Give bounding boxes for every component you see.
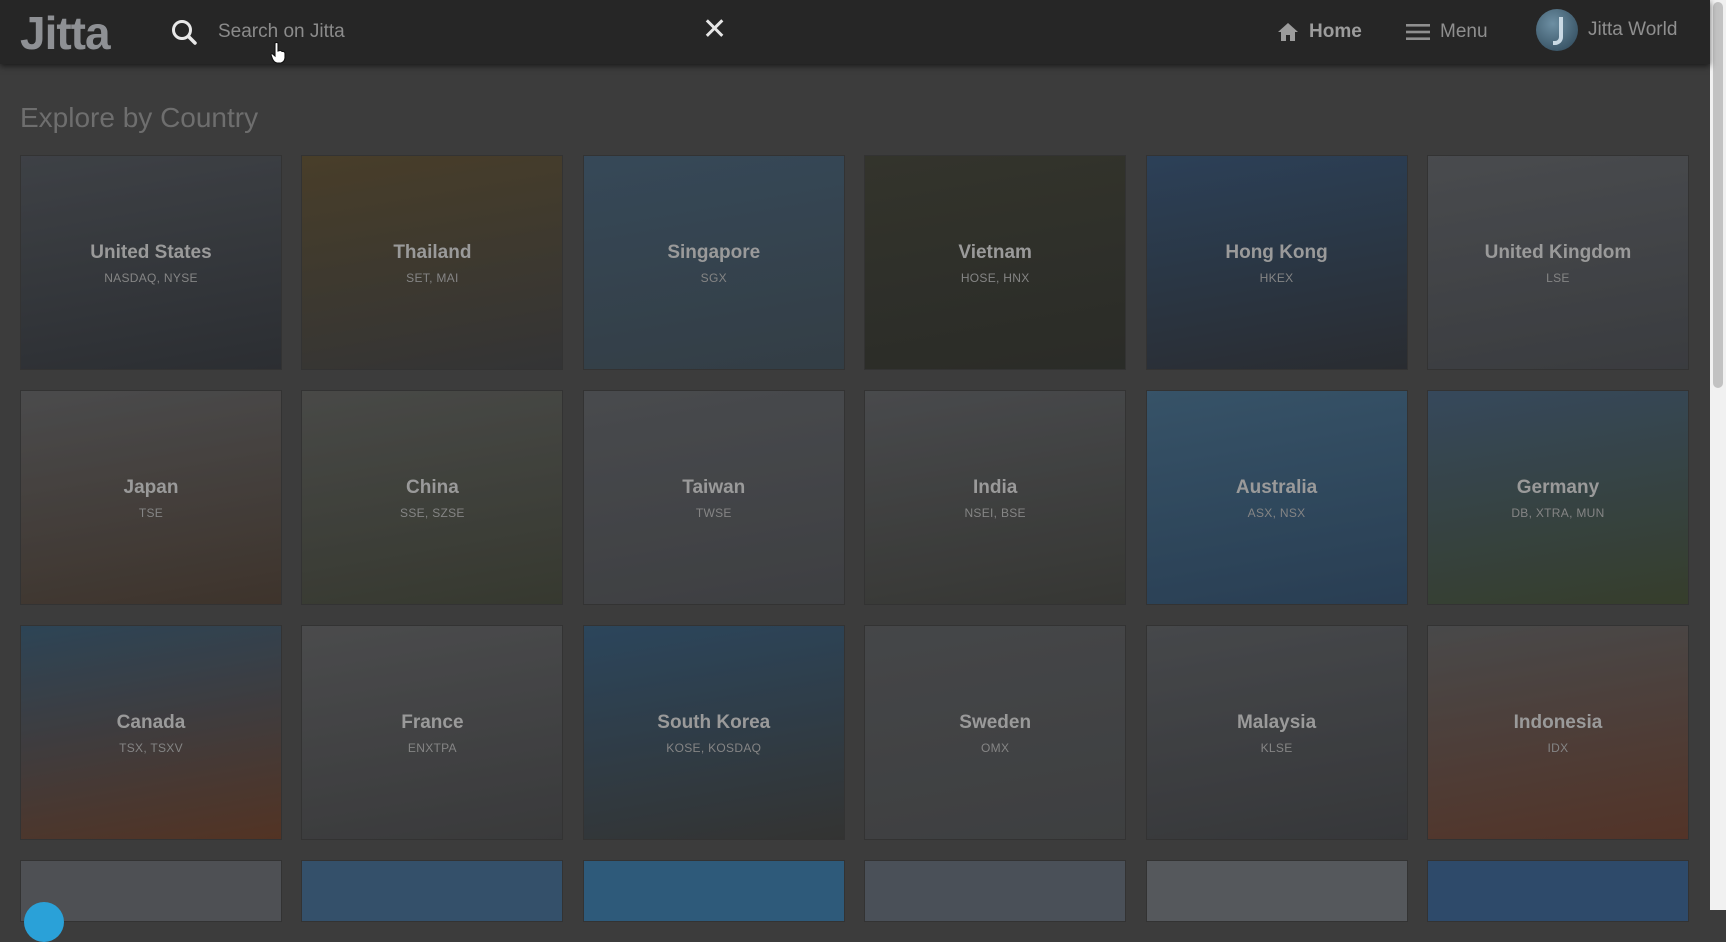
section-title: Explore by Country xyxy=(20,102,259,133)
country-card[interactable]: France ENXTPA xyxy=(302,626,563,839)
country-exchanges: TWSE xyxy=(695,506,732,520)
country-card[interactable] xyxy=(1146,861,1407,921)
country-card-image xyxy=(302,861,563,921)
country-name: Indonesia xyxy=(1513,712,1603,733)
country-card[interactable]: Singapore SGX xyxy=(583,156,844,369)
nav-home-link[interactable]: Home xyxy=(1277,18,1362,46)
country-name: Singapore xyxy=(667,242,761,263)
country-card[interactable]: Vietnam HOSE, HNX xyxy=(865,156,1126,369)
country-name: Thailand xyxy=(393,242,472,263)
country-card[interactable]: South Korea KOSE, KOSDAQ xyxy=(583,626,844,839)
country-name: Malaysia xyxy=(1236,712,1317,733)
country-exchanges: TSX, TSXV xyxy=(119,741,183,755)
country-exchanges: HOSE, HNX xyxy=(960,271,1030,285)
country-name: Canada xyxy=(116,712,186,733)
top-navigation-bar: Jitta ✕ Home Menu Jitta World xyxy=(0,0,1710,64)
country-card[interactable]: United States NASDAQ, NYSE xyxy=(21,156,281,369)
country-card[interactable]: United Kingdom LSE xyxy=(1427,156,1688,369)
country-card[interactable]: Germany DB, XTRA, MUN xyxy=(1427,391,1688,604)
country-card[interactable] xyxy=(1427,861,1688,921)
clear-search-button[interactable]: ✕ xyxy=(702,12,727,48)
country-exchanges: SSE, SZSE xyxy=(400,506,465,520)
country-exchanges: SGX xyxy=(700,271,727,285)
jitta-logo[interactable]: Jitta xyxy=(20,6,111,60)
country-name: Japan xyxy=(123,477,179,498)
scrollbar-thumb[interactable] xyxy=(1713,2,1723,388)
country-exchanges: LSE xyxy=(1546,271,1570,285)
country-card[interactable] xyxy=(583,861,844,921)
country-grid: United States NASDAQ, NYSE Thailand SET, MA… xyxy=(21,156,1691,921)
country-exchanges: DB, XTRA, MUN xyxy=(1511,506,1605,520)
country-exchanges: OMX xyxy=(981,741,1010,755)
country-card[interactable]: Japan TSE xyxy=(21,391,281,604)
country-name: France xyxy=(401,712,464,733)
country-card[interactable]: Hong Kong HKEX xyxy=(1146,156,1407,369)
country-exchanges: NASDAQ, NYSE xyxy=(104,271,198,285)
country-card[interactable]: Malaysia KLSE xyxy=(1146,626,1407,839)
nav-menu-button[interactable]: Menu xyxy=(1406,18,1488,46)
country-name: Vietnam xyxy=(958,242,1032,263)
country-name: Taiwan xyxy=(682,477,746,498)
hand-pointer-cursor-icon xyxy=(270,42,286,64)
country-card[interactable] xyxy=(865,861,1126,921)
hamburger-menu-icon xyxy=(1406,24,1430,40)
nav-home-label: Home xyxy=(1309,21,1362,42)
country-card[interactable]: Sweden OMX xyxy=(865,626,1126,839)
country-card[interactable]: Thailand SET, MAI xyxy=(302,156,563,369)
country-exchanges: KOSE, KOSDAQ xyxy=(666,741,762,755)
avatar xyxy=(1536,9,1578,51)
country-card-image xyxy=(1146,861,1407,921)
scrollbar[interactable] xyxy=(1710,0,1726,910)
country-card[interactable]: Indonesia IDX xyxy=(1427,626,1688,839)
country-card[interactable]: Canada TSX, TSXV xyxy=(21,626,281,839)
country-name: India xyxy=(973,477,1018,498)
user-name-label: Jitta World xyxy=(1588,19,1678,40)
country-exchanges: KLSE xyxy=(1260,741,1293,755)
search-icon[interactable] xyxy=(170,18,198,46)
country-card[interactable] xyxy=(302,861,563,921)
country-card-image xyxy=(865,861,1126,921)
country-name: United Kingdom xyxy=(1484,242,1632,263)
country-card[interactable]: India NSEI, BSE xyxy=(865,391,1126,604)
country-exchanges: ENXTPA xyxy=(407,741,457,755)
country-name: Australia xyxy=(1235,477,1318,498)
chat-bubble-button[interactable] xyxy=(24,902,64,942)
home-icon xyxy=(1278,23,1298,41)
country-card[interactable]: Australia ASX, NSX xyxy=(1146,391,1407,604)
country-exchanges: HKEX xyxy=(1259,271,1294,285)
search-input[interactable] xyxy=(218,16,688,48)
nav-menu-label: Menu xyxy=(1440,21,1488,42)
country-card-image xyxy=(1427,861,1688,921)
country-card[interactable]: Taiwan TWSE xyxy=(583,391,844,604)
country-exchanges: ASX, NSX xyxy=(1247,506,1306,520)
country-name: Germany xyxy=(1516,477,1600,498)
country-exchanges: SET, MAI xyxy=(406,271,459,285)
country-card-image xyxy=(583,861,844,921)
country-name: Sweden xyxy=(959,712,1032,733)
country-card[interactable]: China SSE, SZSE xyxy=(302,391,563,604)
country-name: South Korea xyxy=(657,712,771,733)
country-exchanges: TSE xyxy=(138,506,164,520)
country-name: Hong Kong xyxy=(1225,242,1328,263)
country-exchanges: IDX xyxy=(1547,741,1569,755)
country-name: China xyxy=(406,477,459,498)
country-name: United States xyxy=(90,242,212,263)
country-exchanges: NSEI, BSE xyxy=(964,506,1026,520)
user-account-button[interactable]: Jitta World xyxy=(1536,8,1677,52)
